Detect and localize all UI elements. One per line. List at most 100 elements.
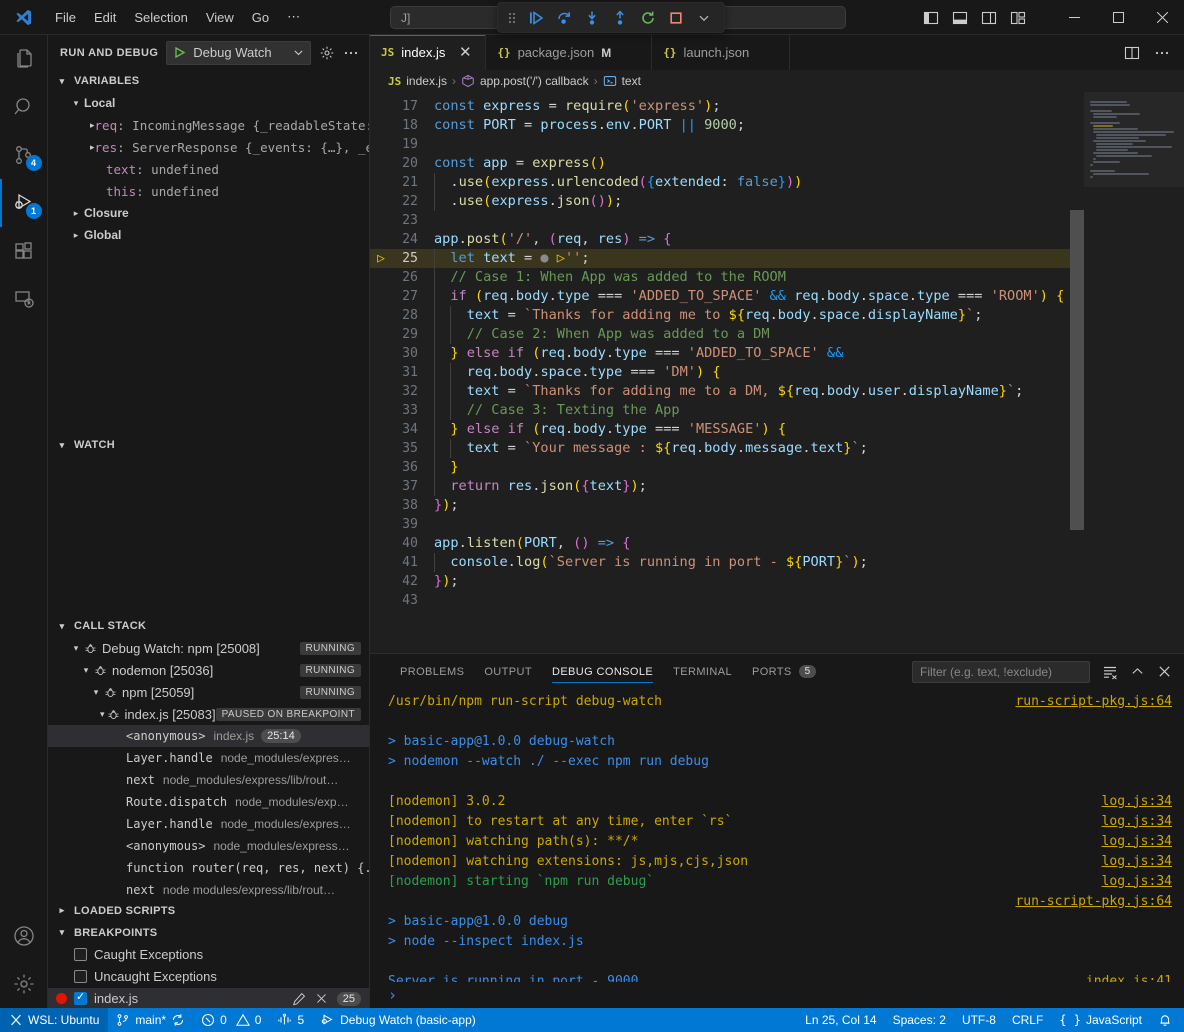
code-line[interactable]: 32 text = `Thanks for adding me to a DM,… — [370, 382, 1084, 401]
close-button[interactable] — [1140, 0, 1184, 35]
status-branch[interactable]: main* — [108, 1008, 193, 1032]
code-line[interactable]: 17const express = require('express'); — [370, 97, 1084, 116]
edit-breakpoint-pencil-icon[interactable] — [292, 992, 306, 1006]
activity-accounts[interactable] — [0, 912, 48, 960]
clear-console-icon[interactable] — [1102, 664, 1118, 680]
checkbox[interactable] — [74, 970, 87, 983]
code-line[interactable]: 29 // Case 2: When App was added to a DM — [370, 325, 1084, 344]
code-line[interactable]: 18const PORT = process.env.PORT || 9000; — [370, 116, 1084, 135]
code-line[interactable]: 34 } else if (req.body.type === 'MESSAGE… — [370, 420, 1084, 439]
status-remote-indicator[interactable]: WSL: Ubuntu — [0, 1008, 108, 1032]
callstack-frame[interactable]: Layer.handle node_modules/expres… — [48, 747, 369, 769]
debug-step-over-button[interactable] — [550, 6, 578, 30]
tab-ports[interactable]: PORTS 5 — [742, 654, 826, 689]
callstack-session[interactable]: ▾ index.js [25083] PAUSED ON BREAKPOINT — [48, 703, 369, 725]
split-editor-icon[interactable] — [1124, 45, 1140, 61]
close-panel-close-icon[interactable] — [1157, 664, 1172, 679]
status-eol[interactable]: CRLF — [1004, 1008, 1051, 1032]
activity-remote-explorer[interactable] — [0, 275, 48, 323]
code-line[interactable]: 26 // Case 1: When App was added to the … — [370, 268, 1084, 287]
code-line[interactable]: 24app.post('/', (req, res) => { — [370, 230, 1084, 249]
debug-step-into-button[interactable] — [578, 6, 606, 30]
menu-file[interactable]: File — [46, 6, 85, 29]
menu-selection[interactable]: Selection — [125, 6, 196, 29]
remove-breakpoint-close-icon[interactable] — [315, 992, 328, 1005]
debug-config-chevron-down-icon[interactable] — [293, 47, 304, 58]
toggle-primary-sidebar-icon[interactable] — [923, 10, 939, 26]
start-debugging-play-icon[interactable] — [173, 46, 186, 59]
code-scroll-area[interactable]: 17const express = require('express');18c… — [370, 92, 1084, 653]
console-source-link[interactable]: log.js:34 — [1102, 794, 1172, 809]
callstack-frame[interactable]: next node_modules/express/lib/rout… — [48, 769, 369, 791]
code-line[interactable]: 23 — [370, 211, 1084, 230]
variables-scope-closure[interactable]: ▸ Closure — [48, 202, 369, 224]
code-line[interactable]: 43 — [370, 591, 1084, 610]
code-line[interactable]: 37 return res.json({text}); — [370, 477, 1084, 496]
callstack-session[interactable]: ▾ Debug Watch: npm [25008] RUNNING — [48, 637, 369, 659]
open-launch-json-gear-icon[interactable] — [319, 45, 335, 61]
code-line[interactable]: 35 text = `Your message : ${req.body.mes… — [370, 439, 1084, 458]
drag-handle-icon[interactable] — [504, 8, 520, 28]
debug-console-output[interactable]: /usr/bin/npm run-script debug-watchrun-s… — [370, 689, 1184, 982]
customize-layout-icon[interactable] — [1010, 10, 1026, 26]
variable-row[interactable]: text: undefined — [48, 158, 369, 180]
editor-minimap[interactable] — [1084, 92, 1184, 653]
editor-more-actions-ellipsis-icon[interactable] — [1154, 45, 1170, 61]
console-source-link[interactable]: log.js:34 — [1102, 854, 1172, 869]
code-line[interactable]: 33 // Case 3: Texting the App — [370, 401, 1084, 420]
code-line[interactable]: 36 } — [370, 458, 1084, 477]
console-source-link[interactable]: log.js:34 — [1102, 834, 1172, 849]
tab-index-js[interactable]: JS index.js ✕ — [370, 35, 486, 70]
status-notifications[interactable] — [1150, 1008, 1184, 1032]
tab-package-json[interactable]: {} package.json M ✕ — [486, 35, 652, 70]
toggle-secondary-sidebar-icon[interactable] — [981, 10, 997, 26]
status-indentation[interactable]: Spaces: 2 — [885, 1008, 954, 1032]
minimize-button[interactable] — [1052, 0, 1096, 35]
debug-stop-button[interactable] — [662, 6, 690, 30]
status-encoding[interactable]: UTF-8 — [954, 1008, 1004, 1032]
callstack-frame[interactable]: Layer.handle node_modules/expres… — [48, 813, 369, 835]
breakpoint-caught-exceptions[interactable]: Caught Exceptions — [48, 944, 369, 966]
variables-scope-global[interactable]: ▸ Global — [48, 224, 369, 246]
breadcrumb-function[interactable]: app.post('/') callback — [480, 74, 589, 88]
console-filter-input[interactable]: Filter (e.g. text, !exclude) — [912, 661, 1090, 683]
activity-search[interactable] — [0, 83, 48, 131]
variables-scope-local[interactable]: ▾ Local — [48, 92, 369, 114]
tab-output[interactable]: OUTPUT — [474, 654, 542, 689]
tab-terminal[interactable]: TERMINAL — [663, 654, 742, 689]
console-source-link[interactable]: run-script-pkg.js:64 — [1015, 894, 1172, 909]
status-language-mode[interactable]: { } JavaScript — [1051, 1008, 1150, 1032]
variable-row[interactable]: this: undefined — [48, 180, 369, 202]
breadcrumb-file[interactable]: index.js — [406, 74, 447, 88]
code-line[interactable]: 41 console.log(`Server is running in por… — [370, 553, 1084, 572]
editor-vertical-scrollbar[interactable] — [1070, 92, 1084, 653]
tab-launch-json[interactable]: {} launch.json ✕ — [652, 35, 790, 70]
checkbox[interactable] — [74, 992, 87, 1005]
activity-settings-gear-icon[interactable] — [0, 960, 48, 1008]
tab-debug-console[interactable]: DEBUG CONSOLE — [542, 654, 663, 689]
code-line[interactable]: 27 if (req.body.type === 'ADDED_TO_SPACE… — [370, 287, 1084, 306]
console-source-link[interactable]: run-script-pkg.js:64 — [1015, 694, 1172, 709]
code-line[interactable]: 22 .use(express.json()); — [370, 192, 1084, 211]
code-line[interactable]: 38}); — [370, 496, 1084, 515]
code-line[interactable]: 31 req.body.space.type === 'DM') { — [370, 363, 1084, 382]
loaded-scripts-pane-header[interactable]: ▸ LOADED SCRIPTS — [48, 900, 369, 922]
variables-pane-header[interactable]: ▾ VARIABLES — [48, 70, 369, 92]
console-source-link[interactable]: log.js:34 — [1102, 874, 1172, 889]
debug-step-out-button[interactable] — [606, 6, 634, 30]
activity-run-and-debug[interactable]: 1 — [0, 179, 48, 227]
activity-source-control[interactable]: 4 — [0, 131, 48, 179]
code-line[interactable]: 42}); — [370, 572, 1084, 591]
callstack-frame[interactable]: <anonymous> node_modules/express… — [48, 835, 369, 857]
debug-config-dropdown[interactable]: Debug Watch — [166, 41, 311, 65]
callstack-frame[interactable]: function router(req, res, next) {.pr — [48, 857, 369, 879]
menu-go[interactable]: Go — [243, 6, 278, 29]
menu-view[interactable]: View — [197, 6, 243, 29]
breakpoints-pane-header[interactable]: ▾ BREAKPOINTS — [48, 922, 369, 944]
variable-row[interactable]: ▸ req: IncomingMessage {_readableState: … — [48, 114, 369, 136]
callstack-frame[interactable]: next node modules/express/lib/rout… — [48, 879, 369, 899]
callstack-frame[interactable]: Route.dispatch node_modules/exp… — [48, 791, 369, 813]
status-cursor-position[interactable]: Ln 25, Col 14 — [797, 1008, 884, 1032]
code-editor[interactable]: 17const express = require('express');18c… — [370, 92, 1184, 653]
breadcrumb-symbol[interactable]: text — [622, 74, 641, 88]
